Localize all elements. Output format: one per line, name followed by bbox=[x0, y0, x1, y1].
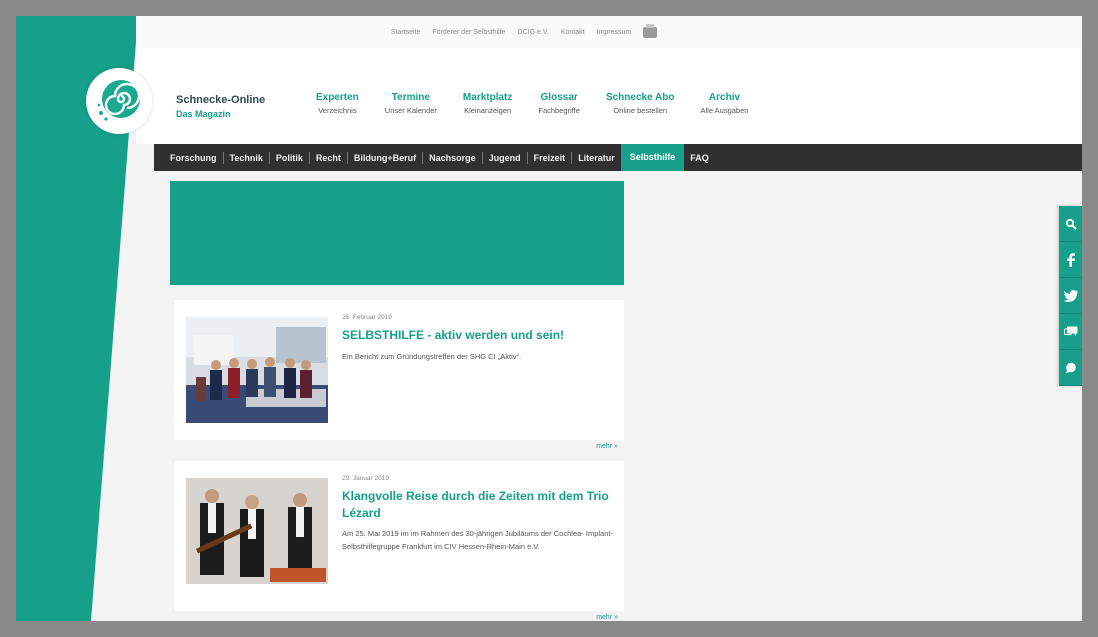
print-icon[interactable] bbox=[643, 23, 658, 38]
nav-archiv[interactable]: Archiv Alle Ausgaben bbox=[700, 92, 748, 115]
hero-banner bbox=[170, 181, 624, 285]
article-card[interactable]: 29. Januar 2019 Klangvolle Reise durch d… bbox=[174, 461, 624, 621]
category-recht[interactable]: Recht bbox=[310, 151, 348, 164]
nav-title: Schnecke Abo bbox=[605, 92, 675, 103]
top-link-foerderer[interactable]: Förderer der Selbsthilfe bbox=[432, 29, 505, 36]
category-freizeit[interactable]: Freizeit bbox=[528, 151, 573, 164]
category-nachsorge[interactable]: Nachsorge bbox=[423, 151, 483, 164]
article-photo-trio[interactable] bbox=[186, 478, 328, 584]
article-date: 29. Januar 2019 bbox=[342, 475, 389, 482]
article-excerpt: Ein Bericht zum Gründungstreffen der SHG… bbox=[342, 352, 522, 361]
read-more-link[interactable]: mehr » bbox=[596, 443, 618, 450]
snail-spiral-icon bbox=[97, 80, 141, 121]
brand-name: Schnecke-Online bbox=[176, 94, 266, 106]
chat-icon[interactable] bbox=[1059, 314, 1082, 350]
twitter-icon[interactable] bbox=[1059, 278, 1082, 314]
category-bildung-beruf[interactable]: Bildung+Beruf bbox=[348, 151, 424, 164]
nav-subtitle: Online bestellen bbox=[613, 106, 668, 115]
nav-title: Experten bbox=[316, 92, 359, 103]
main-nav: Experten Verzeichnis Termine Unser Kalen… bbox=[316, 92, 774, 115]
category-forschung[interactable]: Forschung bbox=[164, 151, 224, 164]
nav-subtitle: Kleinanzeigen bbox=[464, 106, 512, 115]
nav-title: Glossar bbox=[540, 92, 578, 103]
search-icon[interactable] bbox=[1059, 206, 1082, 242]
top-link-startseite[interactable]: Startseite bbox=[391, 29, 421, 36]
article-date: 25. Februar 2019 bbox=[342, 314, 392, 321]
nav-subtitle: Unser Kalender bbox=[384, 106, 437, 115]
category-selbsthilfe[interactable]: Selbsthilfe bbox=[620, 144, 685, 171]
top-link-dcig[interactable]: DCIG e.V. bbox=[518, 29, 549, 36]
browser-viewport: Startseite Förderer der Selbsthilfe DCIG… bbox=[16, 16, 1082, 621]
social-sidebar bbox=[1059, 206, 1082, 386]
category-bar: Forschung Technik Politik Recht Bildung+… bbox=[154, 144, 1082, 171]
category-literatur[interactable]: Literatur bbox=[572, 152, 621, 164]
category-faq[interactable]: FAQ bbox=[684, 152, 715, 164]
article-excerpt: Am 25. Mai 2019 im im Rahmen des 30-jähr… bbox=[342, 529, 613, 551]
nav-title: Termine bbox=[391, 92, 430, 103]
article-title[interactable]: Klangvolle Reise durch die Zeiten mit de… bbox=[342, 488, 612, 522]
brand[interactable]: Schnecke-Online Das Magazin bbox=[176, 94, 265, 119]
article-card[interactable]: 25. Februar 2019 SELBSTHILFE - aktiv wer… bbox=[174, 300, 624, 450]
nav-marktplatz[interactable]: Marktplatz Kleinanzeigen bbox=[463, 92, 512, 115]
brand-subtitle: Das Magazin bbox=[176, 109, 231, 119]
top-meta-bar: Startseite Förderer der Selbsthilfe DCIG… bbox=[136, 16, 1082, 48]
top-link-impressum[interactable]: Impressum bbox=[597, 29, 632, 36]
category-politik[interactable]: Politik bbox=[270, 151, 310, 164]
nav-subtitle: Alle Ausgaben bbox=[700, 106, 749, 115]
nav-glossar[interactable]: Glossar Fachbegriffe bbox=[538, 92, 580, 115]
nav-termine[interactable]: Termine Unser Kalender bbox=[385, 92, 437, 115]
top-link-kontakt[interactable]: Kontakt bbox=[561, 29, 585, 36]
nav-title: Archiv bbox=[708, 92, 741, 103]
comment-icon[interactable] bbox=[1059, 350, 1082, 386]
nav-experten[interactable]: Experten Verzeichnis bbox=[316, 92, 359, 115]
article-photo-group-meeting[interactable] bbox=[186, 317, 328, 423]
nav-subtitle: Verzeichnis bbox=[318, 106, 357, 115]
category-technik[interactable]: Technik bbox=[224, 151, 270, 164]
nav-schnecke-abo[interactable]: Schnecke Abo Online bestellen bbox=[606, 92, 675, 115]
nav-subtitle: Fachbegriffe bbox=[538, 106, 580, 115]
category-jugend[interactable]: Jugend bbox=[483, 151, 528, 164]
read-more-link[interactable]: mehr » bbox=[596, 614, 618, 621]
snail-logo[interactable] bbox=[86, 68, 152, 134]
nav-title: Marktplatz bbox=[462, 92, 513, 103]
facebook-icon[interactable] bbox=[1059, 242, 1082, 278]
article-title[interactable]: SELBSTHILFE - aktiv werden und sein! bbox=[342, 327, 612, 344]
